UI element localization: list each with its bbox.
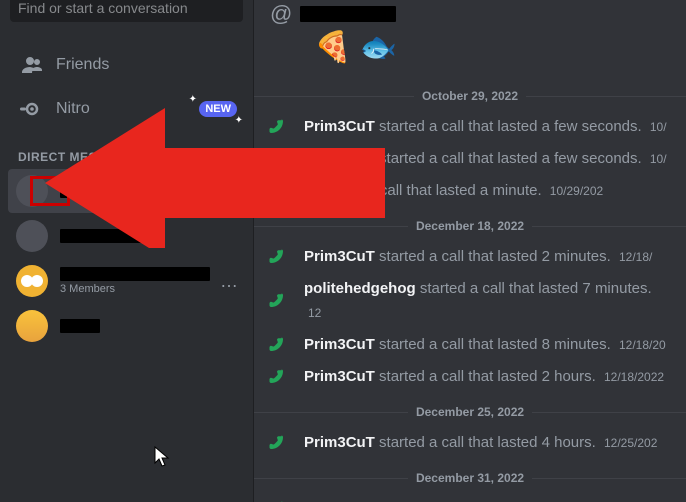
call-event[interactable]: Prim3CuT started a call that lasted 4 ho… bbox=[254, 427, 686, 459]
call-event[interactable]: Prim3CuT started a call that lasted a fe… bbox=[254, 111, 686, 143]
new-badge: NEW bbox=[199, 101, 237, 117]
nav-label: Nitro bbox=[56, 100, 90, 118]
phone-icon bbox=[268, 118, 286, 136]
call-text: Prim3CuT started a call that lasted 4 ho… bbox=[304, 431, 657, 455]
nav-nitro[interactable]: Nitro ✦ NEW ✦ bbox=[8, 88, 245, 130]
date-divider: December 25, 2022 bbox=[254, 405, 686, 419]
sparkle-icon: ✦ bbox=[189, 94, 197, 105]
dm-name-col bbox=[60, 184, 106, 198]
date-label: December 25, 2022 bbox=[408, 405, 532, 419]
phone-icon bbox=[268, 434, 286, 452]
nav-label: Friends bbox=[56, 56, 109, 74]
date-divider: December 31, 2022 bbox=[254, 471, 686, 485]
call-text: T started a call that lasted a minute. 1… bbox=[304, 179, 603, 203]
dm-name-redacted bbox=[60, 229, 152, 243]
channel-header: @ bbox=[254, 2, 686, 26]
call-text: Prim3CuT started a call that lasted a fe… bbox=[304, 497, 663, 502]
friends-icon bbox=[18, 53, 42, 77]
date-divider: December 18, 2022 bbox=[254, 219, 686, 233]
at-icon: @ bbox=[270, 1, 292, 27]
phone-icon bbox=[268, 336, 286, 354]
avatar bbox=[16, 265, 48, 297]
dm-item[interactable] bbox=[8, 169, 245, 213]
dm-name-redacted bbox=[60, 184, 106, 198]
call-event[interactable]: Prim3CuT started a call that lasted 2 ho… bbox=[254, 361, 686, 393]
call-event[interactable]: politehedgehog started a call that laste… bbox=[254, 273, 686, 329]
pizza-emoji: 🍕 bbox=[314, 31, 351, 64]
call-text: Prim3CuT started a call that lasted a fe… bbox=[304, 147, 667, 171]
dm-section-header: DIRECT MESSAGES bbox=[0, 132, 253, 168]
call-event[interactable]: Prim3CuT started a call that lasted 2 mi… bbox=[254, 241, 686, 273]
nav-friends[interactable]: Friends bbox=[8, 44, 245, 86]
dm-item[interactable]: 3 Members … bbox=[8, 259, 245, 303]
sidebar: Find or start a conversation Friends Nit… bbox=[0, 0, 254, 502]
phone-icon bbox=[268, 248, 286, 266]
call-event[interactable]: Prim3CuT started a call that lasted a fe… bbox=[254, 493, 686, 502]
emoji-reactions: 🍕 🐟 bbox=[254, 26, 686, 77]
dm-name-redacted bbox=[60, 319, 100, 333]
avatar bbox=[16, 175, 48, 207]
call-text: politehedgehog started a call that laste… bbox=[304, 277, 672, 325]
dm-item[interactable] bbox=[8, 214, 245, 258]
avatar bbox=[16, 310, 48, 342]
call-text: Prim3CuT started a call that lasted a fe… bbox=[304, 115, 667, 139]
message-list: October 29, 2022 Prim3CuT started a call … bbox=[254, 89, 686, 502]
overflow-icon: … bbox=[220, 271, 237, 292]
call-text: Prim3CuT started a call that lasted 8 mi… bbox=[304, 333, 666, 357]
call-text: Prim3CuT started a call that lasted 2 ho… bbox=[304, 365, 664, 389]
dm-members-count: 3 Members bbox=[60, 283, 210, 295]
phone-icon bbox=[268, 182, 286, 200]
dm-name-col: 3 Members bbox=[60, 267, 210, 295]
chat-area: @ 🍕 🐟 October 29, 2022 Prim3CuT started a… bbox=[254, 0, 686, 502]
call-event[interactable]: Prim3CuT started a call that lasted 8 mi… bbox=[254, 329, 686, 361]
dm-name-col bbox=[60, 319, 100, 333]
sparkle-icon: ✦ bbox=[235, 115, 243, 126]
call-text: Prim3CuT started a call that lasted 2 mi… bbox=[304, 245, 652, 269]
dm-list: 3 Members … bbox=[0, 169, 253, 348]
call-event[interactable]: T started a call that lasted a minute. 1… bbox=[254, 175, 686, 207]
nitro-icon bbox=[18, 97, 42, 121]
date-label: October 29, 2022 bbox=[414, 89, 526, 103]
header-username-redacted bbox=[300, 6, 396, 22]
phone-icon bbox=[268, 368, 286, 386]
phone-icon bbox=[268, 150, 286, 168]
date-divider: October 29, 2022 bbox=[254, 89, 686, 103]
dm-name-redacted bbox=[60, 267, 210, 281]
dm-name-col bbox=[60, 229, 152, 243]
call-event[interactable]: Prim3CuT started a call that lasted a fe… bbox=[254, 143, 686, 175]
search-input[interactable]: Find or start a conversation bbox=[10, 0, 243, 22]
dm-item[interactable] bbox=[8, 304, 245, 348]
date-label: December 18, 2022 bbox=[408, 219, 532, 233]
fish-emoji: 🐟 bbox=[360, 31, 397, 64]
phone-icon bbox=[268, 292, 286, 310]
avatar bbox=[16, 220, 48, 252]
date-label: December 31, 2022 bbox=[408, 471, 532, 485]
